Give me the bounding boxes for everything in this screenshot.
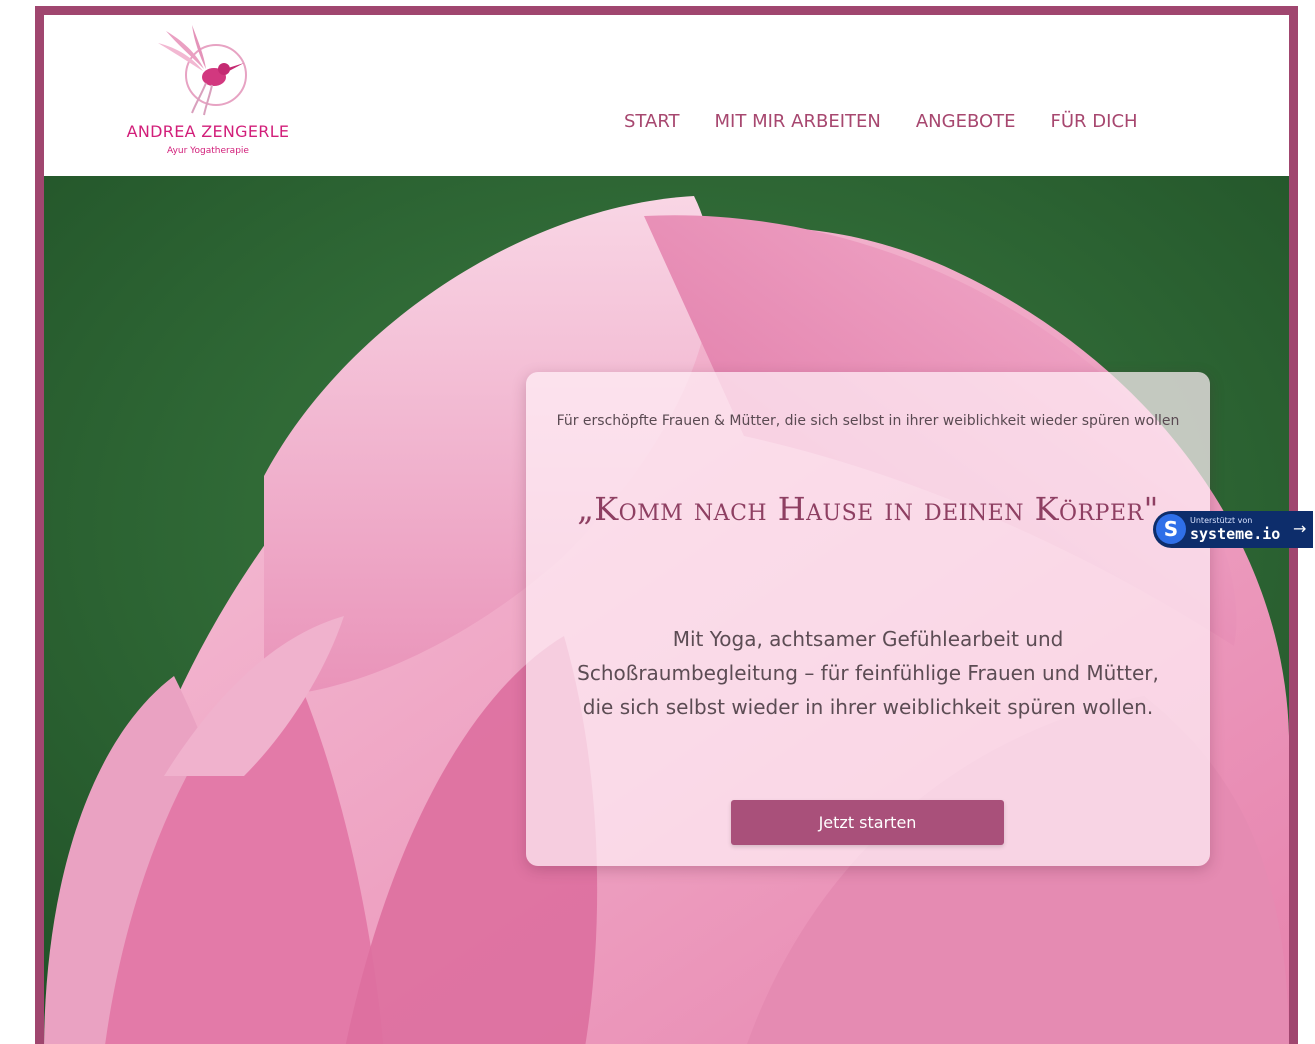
systeme-s-icon: S xyxy=(1156,514,1186,544)
nav-mit-mir-arbeiten[interactable]: MIT MIR ARBEITEN xyxy=(715,111,881,132)
badge-small-text: Unterstützt von xyxy=(1190,516,1253,525)
badge-brand: systeme.io xyxy=(1190,525,1281,543)
nav-start[interactable]: START xyxy=(624,111,680,132)
hero-body-text: Mit Yoga, achtsamer Gefühlearbeit und Sc… xyxy=(577,627,1159,719)
site-logo[interactable]: ANDREA ZENGERLE Ayur Yogatherapie xyxy=(118,23,298,168)
hero-section: Für erschöpfte Frauen & Mütter, die sich… xyxy=(44,176,1289,1044)
site-header: ANDREA ZENGERLE Ayur Yogatherapie START … xyxy=(44,15,1289,176)
systeme-io-badge[interactable]: S Unterstützt von systeme.io → xyxy=(1153,511,1313,548)
hero-title: „Komm nach Hause in deinen Körper" xyxy=(577,490,1159,528)
logo-name: ANDREA ZENGERLE xyxy=(126,122,290,141)
main-nav: START MIT MIR ARBEITEN ANGEBOTE FÜR DICH xyxy=(624,111,1173,132)
jetzt-starten-button[interactable]: Jetzt starten xyxy=(731,800,1004,845)
page-frame: ANDREA ZENGERLE Ayur Yogatherapie START … xyxy=(35,6,1298,1044)
arrow-right-icon: → xyxy=(1293,519,1307,538)
hero-card: Für erschöpfte Frauen & Mütter, die sich… xyxy=(526,372,1210,866)
nav-angebote[interactable]: ANGEBOTE xyxy=(916,111,1016,132)
hummingbird-logo-icon xyxy=(158,25,247,116)
logo-subtitle: Ayur Yogatherapie xyxy=(167,146,249,156)
nav-fuer-dich[interactable]: FÜR DICH xyxy=(1051,111,1138,132)
hero-tagline: Für erschöpfte Frauen & Mütter, die sich… xyxy=(556,413,1180,429)
